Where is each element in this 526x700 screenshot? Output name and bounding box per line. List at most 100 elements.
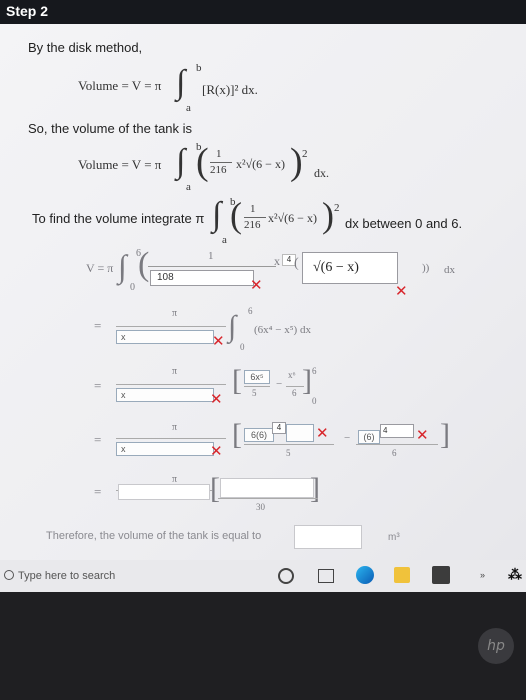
screen: Step 2 By the disk method, Volume = V = … (0, 0, 526, 592)
folder-icon[interactable] (394, 567, 410, 583)
intro-text: By the disk method, (28, 40, 143, 55)
line4-num: π (172, 422, 178, 433)
equals-sign: = (94, 378, 102, 393)
fraction-bar (116, 384, 226, 385)
fraction-bar (218, 498, 318, 499)
exp2-box[interactable]: 4 (380, 424, 414, 438)
eq2-pow: 2 (302, 148, 308, 160)
line1-num: 1 (208, 250, 214, 262)
line3-lower: 0 (312, 396, 317, 406)
answer-box-4[interactable]: x (116, 330, 214, 344)
eq2-dx: dx. (314, 166, 329, 180)
line2-lower: 0 (240, 342, 245, 352)
eq1-lhs: Volume = V = π (78, 78, 162, 93)
line3-upper: 6 (312, 366, 317, 376)
equals-sign: = (94, 432, 102, 447)
line2-upper: 6 (248, 306, 253, 316)
wrong-icon: ✕ (212, 332, 225, 350)
exp1-extra-box[interactable] (286, 424, 314, 442)
integral-sign: ∫ (176, 143, 186, 180)
equals-sign: = (94, 484, 102, 499)
fraction-bar (148, 266, 276, 267)
line5-val: 30 (256, 502, 265, 512)
den1: 5 (286, 448, 291, 458)
store-icon[interactable] (432, 566, 450, 584)
taskbar: Type here to search » ⁂ (0, 560, 526, 592)
open-paren: ( (230, 195, 242, 235)
line2-num: π (172, 308, 178, 319)
dropbox-icon[interactable]: ⁂ (508, 566, 522, 583)
frac2-num: x⁶ (288, 370, 296, 380)
open-paren: ( (294, 256, 299, 271)
open-bracket: [ (210, 472, 220, 505)
answer-box-3[interactable]: √(6 − x) (302, 252, 398, 284)
answer-box-5[interactable]: x (116, 388, 214, 402)
answer-box-1[interactable]: 108 (150, 270, 254, 286)
search-icon[interactable] (4, 570, 14, 580)
eq1-lower: a (186, 102, 191, 114)
wrong-icon: ✕ (210, 442, 223, 460)
x-pow-icon: x (274, 254, 280, 268)
line1-lhs: V = π (86, 261, 114, 275)
eq2-num: 1 (216, 148, 222, 160)
part2-box[interactable]: (6) (358, 430, 380, 444)
close-paren: ) (290, 141, 303, 183)
line1-tail: )) (422, 262, 430, 274)
tray-icon[interactable]: » (480, 570, 485, 580)
answer-box-6[interactable]: x (116, 442, 214, 456)
den2: 6 (392, 448, 397, 458)
open-paren: ( (138, 246, 150, 283)
eq2-lower: a (186, 181, 191, 193)
integral-sign: ∫ (118, 248, 127, 284)
fraction-bar (116, 438, 226, 439)
search-box[interactable]: Type here to search (18, 570, 115, 582)
cortana-icon[interactable] (278, 568, 294, 584)
integral-sign: ∫ (228, 310, 237, 343)
close-paren: ) (322, 195, 334, 235)
close-bracket: ] (310, 472, 320, 505)
line3-num: π (172, 366, 178, 377)
laptop-bezel: hp (0, 592, 526, 700)
eq1-integrand: [R(x)]² dx. (202, 82, 258, 97)
wrong-icon: ✕ (250, 276, 263, 294)
step-title: Step 2 (6, 3, 49, 19)
fraction-bar (244, 444, 334, 445)
edge-icon[interactable] (356, 566, 374, 584)
answer-input[interactable] (294, 525, 362, 549)
so-text: So, the volume of the tank is (28, 121, 193, 136)
eq2-lhs: Volume = V = π (78, 157, 162, 172)
close-bracket: ] (440, 418, 450, 451)
answer-box-8[interactable] (220, 478, 314, 498)
find-prefix: To find the volume integrate π (32, 211, 205, 226)
open-paren: ( (196, 141, 209, 183)
frac2-den: 6 (292, 388, 297, 398)
step-header: Step 2 (0, 0, 526, 24)
find-den: 216 (244, 219, 261, 231)
exp1-box[interactable]: 4 (272, 422, 286, 434)
task-view-icon[interactable] (318, 569, 334, 583)
integral-sign: ∫ (212, 196, 222, 233)
fraction-bar (210, 162, 232, 163)
wrong-icon: ✕ (210, 390, 223, 408)
answer-box-7[interactable] (118, 484, 210, 500)
wrong-icon: ✕ (416, 426, 429, 444)
wrong-icon: ✕ (395, 282, 408, 300)
eq1-upper: b (196, 62, 202, 74)
find-num: 1 (250, 203, 256, 215)
open-bracket: [ (232, 364, 242, 397)
eq2-den: 216 (210, 164, 227, 176)
hp-logo: hp (478, 628, 514, 664)
eq2-rest: x²√(6 − x) (236, 157, 285, 171)
minus-sign: − (344, 432, 351, 444)
answer-unit: m³ (388, 532, 400, 543)
frac1-num: 6x⁵ (244, 370, 270, 384)
wrong-icon: ✕ (316, 424, 329, 442)
open-bracket: [ (232, 418, 242, 451)
fraction-bar (244, 217, 266, 218)
fraction-bar (356, 444, 438, 445)
equals-sign: = (94, 318, 102, 333)
part1-box[interactable]: 6(6) (244, 428, 274, 442)
frac1-den: 5 (252, 388, 257, 398)
close-bracket: ] (302, 364, 312, 397)
integral-sign: ∫ (176, 64, 186, 101)
